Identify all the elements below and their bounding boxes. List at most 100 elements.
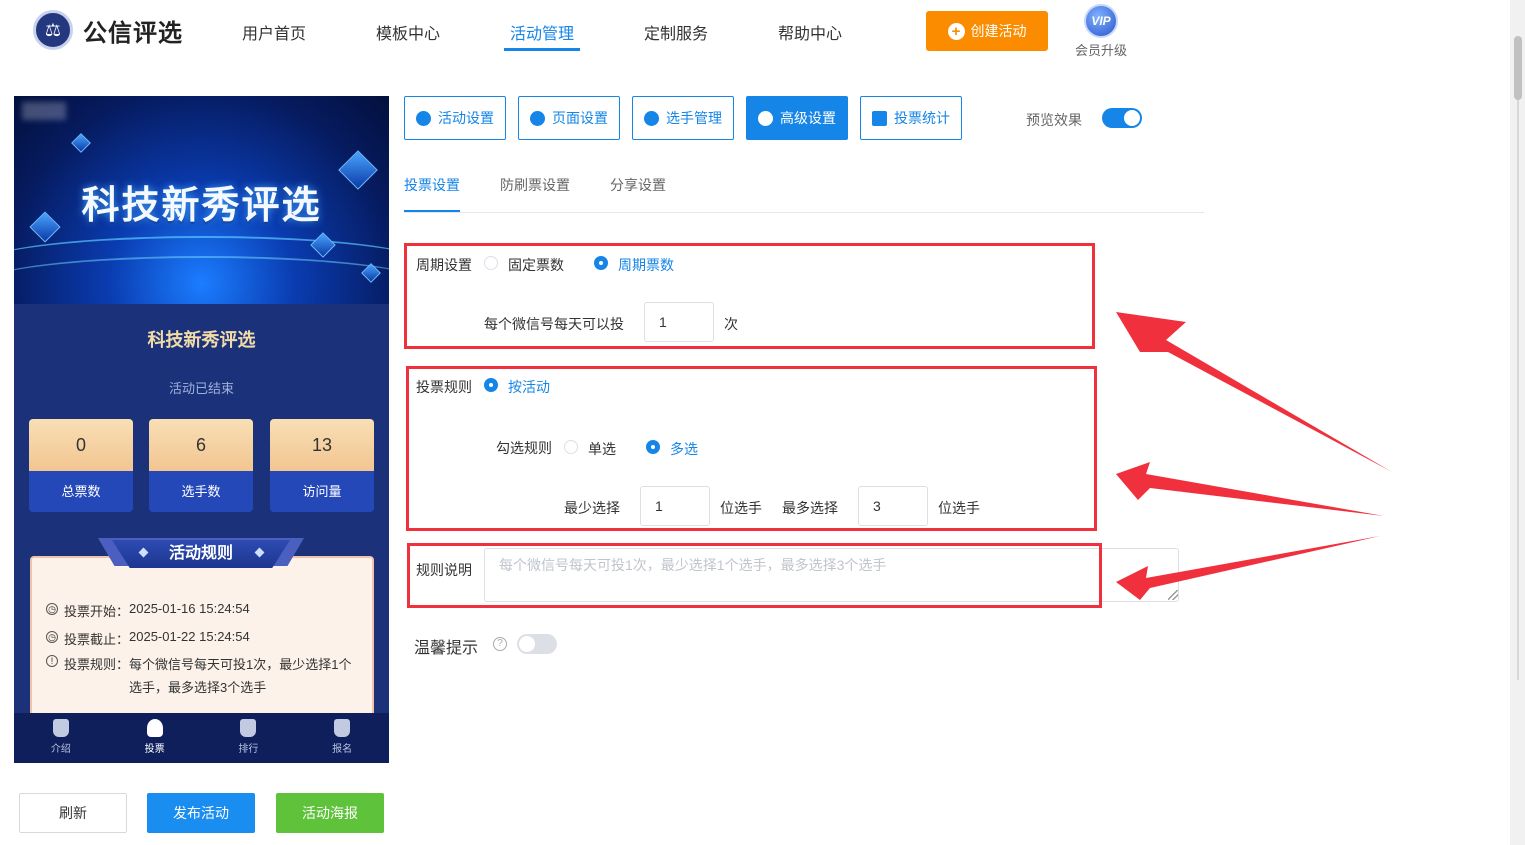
- question-icon[interactable]: ?: [493, 637, 507, 651]
- top-header: ⚖ 公信评选 用户首页 模板中心 活动管理 定制服务 帮助中心 + 创建活动 V…: [0, 0, 1510, 64]
- tab-vote-statistics[interactable]: 投票统计: [860, 96, 962, 140]
- tab-candidate-management[interactable]: 选手管理: [632, 96, 734, 140]
- scales-icon: ⚖: [33, 10, 73, 50]
- vip-icon: VIP: [1084, 4, 1118, 38]
- tab-label: 高级设置: [780, 110, 836, 126]
- preview-status: 活动已结束: [168, 381, 234, 396]
- nav-active-underline: [504, 48, 580, 51]
- warm-tip-toggle[interactable]: [517, 634, 557, 654]
- max-select-label: 最多选择: [782, 500, 838, 516]
- per-day-votes-input[interactable]: [644, 302, 714, 342]
- vip-label: 会员升级: [1074, 43, 1127, 58]
- tab-advanced-settings[interactable]: 高级设置: [746, 96, 848, 140]
- rule-vote: ! 投票规则： 每个微信号每天可投1次，最少选择1个选手，最多选择3个选手: [46, 653, 356, 699]
- per-day-unit: 次: [724, 316, 738, 332]
- refresh-button[interactable]: 刷新: [19, 793, 127, 833]
- vip-upgrade[interactable]: VIP 会员升级: [1070, 4, 1132, 59]
- stat-value: 6: [149, 419, 253, 471]
- preview-toggle-label: 预览效果: [1026, 112, 1082, 128]
- rule-value: 2025-01-22 15:24:54: [129, 629, 250, 644]
- preview-banner: 科技新秀评选: [14, 96, 389, 304]
- radio-fixed-votes[interactable]: [484, 256, 498, 270]
- activity-poster-button[interactable]: 活动海报: [276, 793, 384, 833]
- per-day-label: 每个微信号每天可以投: [484, 316, 624, 332]
- clock-icon: ◷: [46, 603, 58, 615]
- gear-icon: [530, 110, 545, 126]
- clock-icon: ◷: [46, 631, 58, 643]
- tab-label: 介绍: [50, 744, 71, 755]
- toggle-knob: [519, 636, 535, 652]
- subtab-anti-fraud[interactable]: 防刷票设置: [500, 175, 570, 195]
- tab-vote[interactable]: 投票: [108, 713, 202, 763]
- rule-description-textarea[interactable]: [484, 548, 1179, 602]
- check-rule-label: 勾选规则: [496, 440, 552, 456]
- stat-label: 选手数: [149, 471, 253, 512]
- tab-label: 活动设置: [438, 110, 494, 126]
- scrollbar-thumb[interactable]: [1514, 36, 1522, 100]
- publish-activity-button[interactable]: 发布活动: [147, 793, 255, 833]
- radio-multi-choice-label[interactable]: 多选: [670, 439, 698, 459]
- users-icon: [644, 110, 659, 126]
- stat-label: 访问量: [270, 471, 374, 512]
- toggle-knob: [1124, 110, 1140, 126]
- nav-user-home[interactable]: 用户首页: [242, 20, 306, 44]
- nav-templates[interactable]: 模板中心: [376, 20, 440, 44]
- resize-handle-icon[interactable]: [1168, 590, 1178, 600]
- rule-value: 每个微信号每天可投1次，最少选择1个选手，最多选择3个选手: [129, 657, 352, 695]
- subtab-share-settings[interactable]: 分享设置: [610, 175, 666, 195]
- tab-label: 选手管理: [666, 110, 722, 126]
- radio-by-activity-label[interactable]: 按活动: [508, 377, 550, 397]
- rule-label: 投票截止：: [64, 632, 130, 647]
- banner-wave: [14, 256, 389, 304]
- preview-toggle[interactable]: [1102, 108, 1142, 128]
- warm-tip-label: 温馨提示: [414, 640, 479, 657]
- user-icon: [334, 719, 351, 737]
- max-select-input[interactable]: [858, 486, 928, 526]
- nav-activity-management[interactable]: 活动管理: [510, 20, 574, 44]
- subtab-vote-settings[interactable]: 投票设置: [404, 175, 460, 195]
- rules-ribbon: 活动规则: [98, 538, 304, 572]
- nav-custom-service[interactable]: 定制服务: [644, 20, 708, 44]
- rule-end: ◷ 投票截止： 2025-01-22 15:24:54: [46, 629, 250, 648]
- radio-single-choice-label[interactable]: 单选: [588, 439, 616, 459]
- tab-label: 页面设置: [552, 110, 608, 126]
- tab-label: 排行: [238, 744, 259, 755]
- tab-label: 投票统计: [894, 110, 950, 126]
- banner-title: 科技新秀评选: [81, 185, 322, 227]
- radio-multi-choice[interactable]: [646, 440, 660, 454]
- tab-signup[interactable]: 报名: [295, 713, 389, 763]
- preview-title: 科技新秀评选: [147, 330, 256, 350]
- rule-start: ◷ 投票开始： 2025-01-16 15:24:54: [46, 601, 250, 620]
- description-label: 规则说明: [416, 562, 472, 578]
- info-icon: !: [46, 655, 58, 667]
- radio-cycle-votes-label[interactable]: 周期票数: [618, 255, 674, 275]
- stat-value: 0: [29, 419, 133, 471]
- page: ⚖ 公信评选 用户首页 模板中心 活动管理 定制服务 帮助中心 + 创建活动 V…: [0, 0, 1525, 845]
- blurred-logo: [22, 102, 66, 120]
- plus-icon: +: [947, 22, 965, 40]
- radio-by-activity[interactable]: [484, 378, 498, 392]
- cycle-label: 周期设置: [416, 257, 472, 273]
- radio-fixed-votes-label[interactable]: 固定票数: [508, 255, 564, 275]
- create-activity-button[interactable]: + 创建活动: [926, 11, 1048, 51]
- max-select-unit: 位选手: [938, 500, 980, 516]
- min-select-unit: 位选手: [720, 500, 762, 516]
- tab-activity-settings[interactable]: 活动设置: [404, 96, 506, 140]
- annotation-arrow-1: [1116, 312, 1392, 472]
- radio-cycle-votes[interactable]: [594, 256, 608, 270]
- brand-name: 公信评选: [83, 19, 183, 47]
- annotation-arrow-2: [1116, 462, 1384, 516]
- nav-help-center[interactable]: 帮助中心: [778, 20, 842, 44]
- tab-ranking[interactable]: 排行: [202, 713, 296, 763]
- brand-logo[interactable]: ⚖ 公信评选: [33, 10, 183, 50]
- min-select-input[interactable]: [640, 486, 710, 526]
- stat-candidates: 6 选手数: [149, 419, 253, 512]
- tab-label: 投票: [144, 744, 165, 755]
- tab-intro[interactable]: 介绍: [14, 713, 108, 763]
- rules-title: 活动规则: [112, 540, 290, 568]
- min-select-label: 最少选择: [564, 500, 620, 516]
- radio-single-choice[interactable]: [564, 440, 578, 454]
- tab-page-settings[interactable]: 页面设置: [518, 96, 620, 140]
- shield-icon: [146, 719, 163, 737]
- rule-value: 2025-01-16 15:24:54: [129, 601, 250, 616]
